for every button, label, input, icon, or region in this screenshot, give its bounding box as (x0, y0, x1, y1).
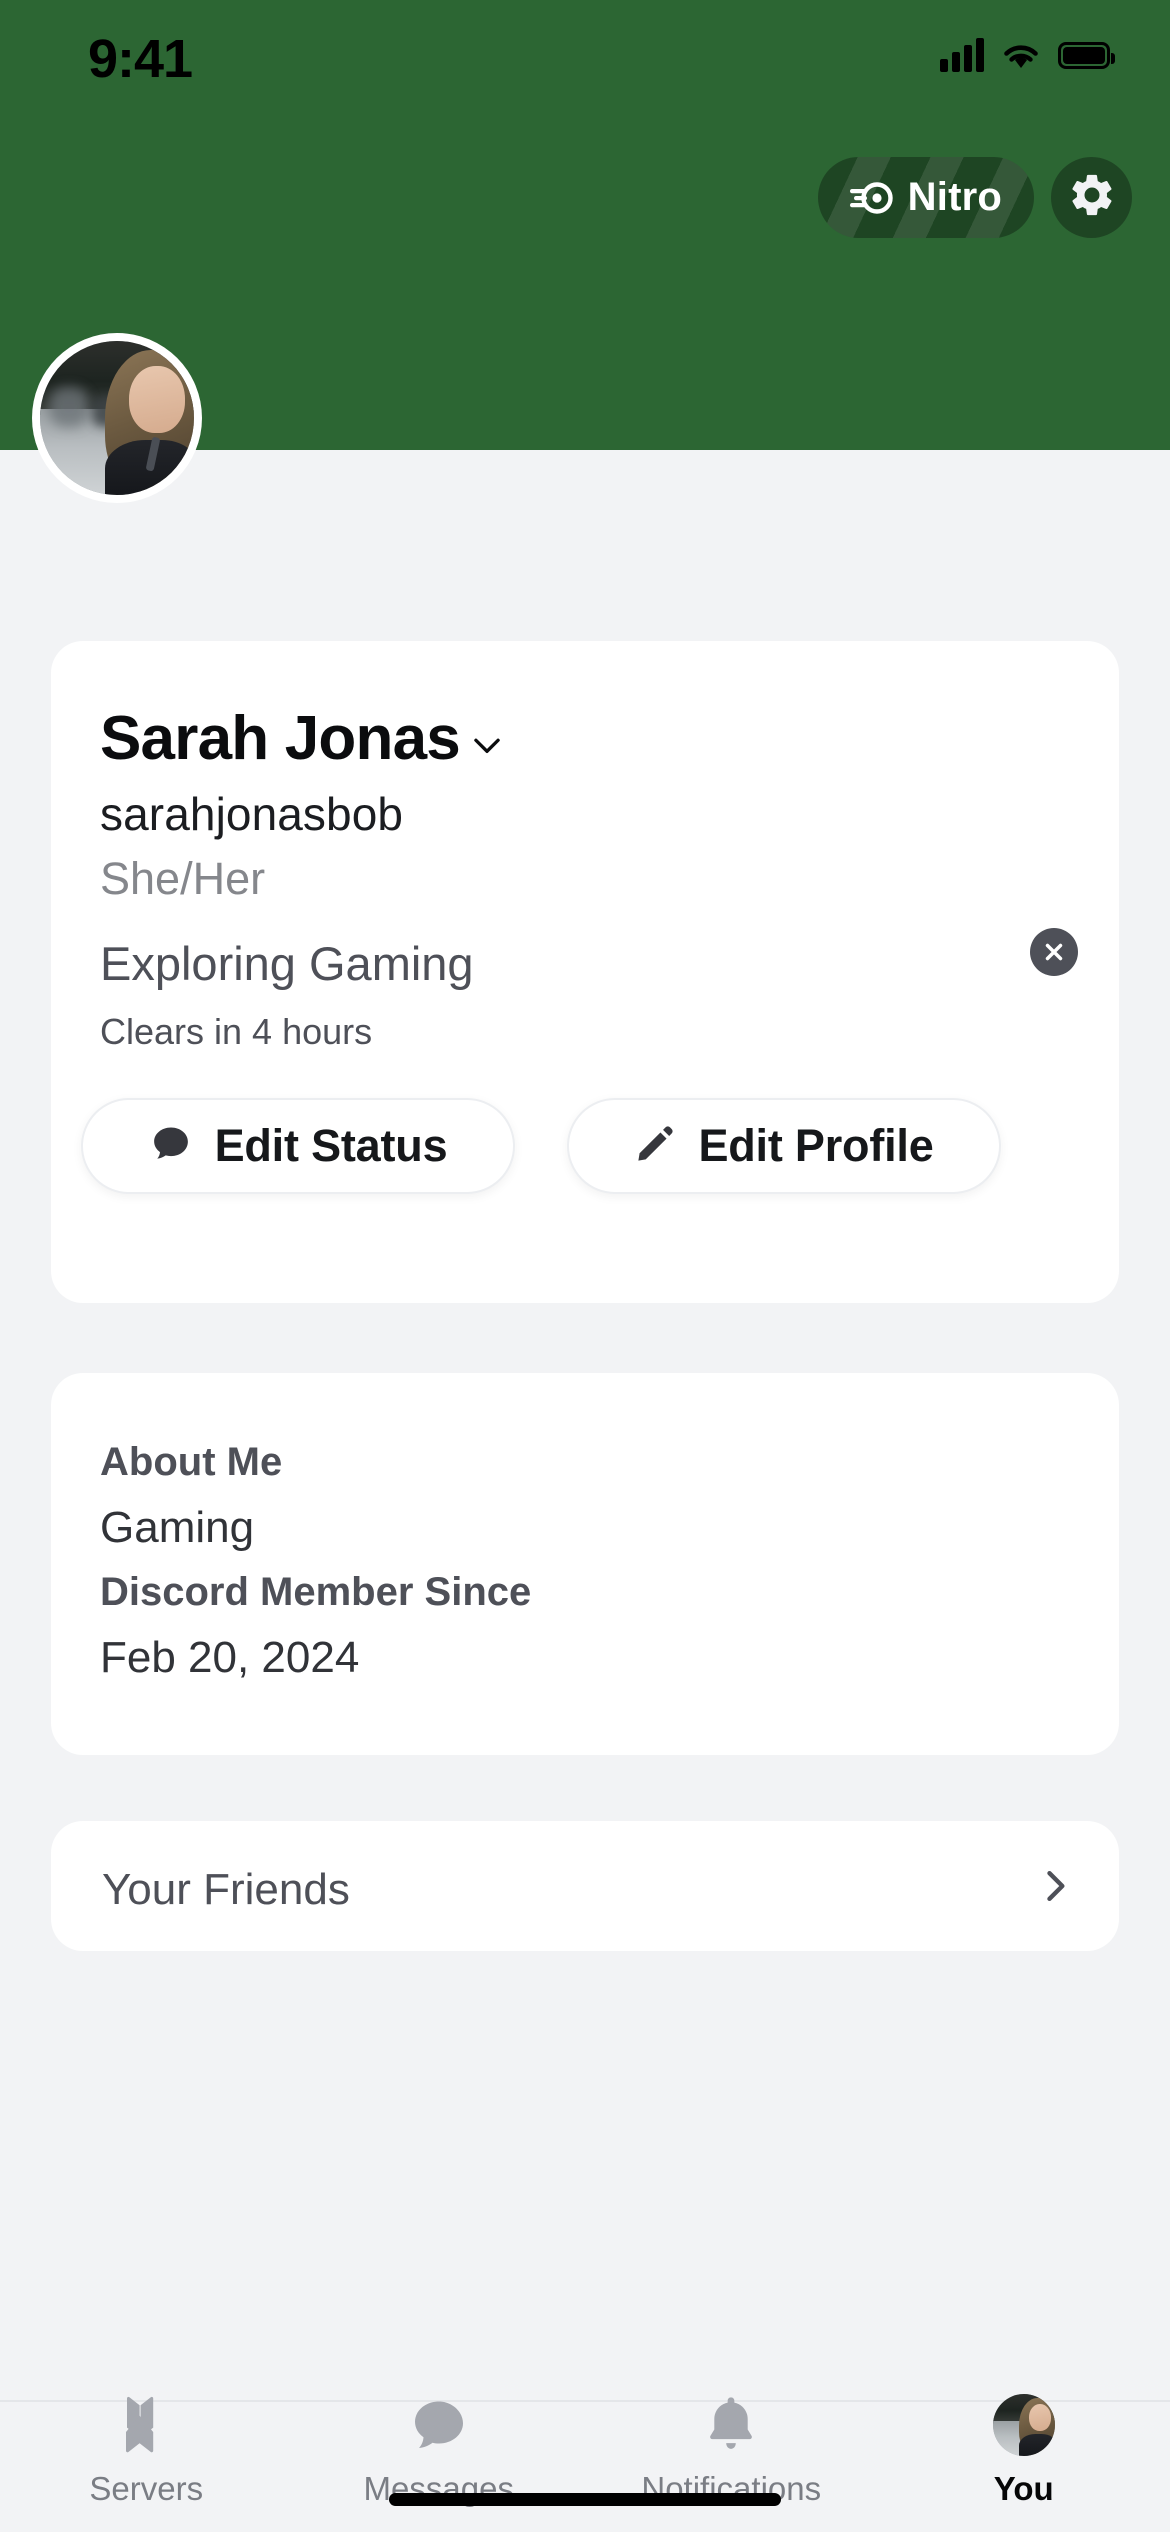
gear-icon (1067, 170, 1117, 225)
tab-you-label: You (993, 2470, 1054, 2507)
chevron-right-icon[interactable] (1033, 1861, 1077, 1911)
edit-status-label: Edit Status (214, 1120, 448, 1171)
user-avatar-icon (992, 2394, 1055, 2456)
profile-card: Sarah Jonas sarahjonasbob She/Her Explor… (51, 641, 1119, 1303)
tab-servers[interactable]: Servers (0, 2372, 293, 2532)
home-indicator (389, 2493, 781, 2506)
status-expiry: Clears in 4 hours (100, 1011, 373, 1052)
pronouns: She/Her (100, 853, 266, 904)
edit-status-button[interactable]: Edit Status (81, 1098, 515, 1194)
member-since-title: Discord Member Since (100, 1570, 532, 1614)
settings-button[interactable] (1051, 157, 1132, 238)
close-circle-icon[interactable] (1030, 928, 1078, 976)
status-bar-time: 9:41 (88, 29, 193, 89)
nitro-button[interactable]: Nitro (817, 157, 1034, 238)
about-me-value: Gaming (100, 1503, 255, 1552)
app-screen: 9:41 Nitro Sarah Jonas sarahjonasbob She… (0, 0, 1170, 2532)
tab-messages[interactable]: Messages (293, 2372, 586, 2532)
display-name: Sarah Jonas (100, 704, 461, 773)
custom-status: Exploring Gaming (100, 937, 474, 990)
bell-icon (702, 2394, 760, 2456)
your-friends-row[interactable]: Your Friends (51, 1821, 1119, 1951)
tab-bar: Servers Messages Notifications You (0, 2372, 1170, 2532)
avatar[interactable] (32, 333, 202, 503)
status-bar: 9:41 (0, 0, 1170, 120)
pencil-icon (634, 1123, 676, 1170)
profile-action-buttons: Edit Status Edit Profile (81, 1098, 1001, 1194)
edit-profile-label: Edit Profile (698, 1120, 934, 1171)
nitro-wheel-icon (848, 178, 894, 218)
header-actions: Nitro (817, 157, 1132, 238)
servers-icon (114, 2394, 178, 2456)
about-card: About Me Gaming Discord Member Since Feb… (51, 1373, 1119, 1755)
username: sarahjonasbob (100, 788, 404, 840)
tab-servers-label: Servers (89, 2470, 204, 2507)
chevron-down-icon[interactable] (468, 726, 506, 764)
avatar-image (40, 341, 194, 495)
your-friends-label: Your Friends (102, 1865, 350, 1914)
display-name-row[interactable]: Sarah Jonas (100, 703, 506, 774)
member-since-value: Feb 20, 2024 (100, 1633, 360, 1682)
wifi-icon (1001, 40, 1041, 70)
signal-bars-icon (940, 38, 984, 72)
speech-bubble-icon (149, 1122, 193, 1171)
speech-bubble-icon (408, 2394, 470, 2456)
status-bar-indicators (940, 38, 1115, 72)
tab-avatar-image (992, 2394, 1055, 2456)
battery-icon (1058, 41, 1115, 69)
nitro-button-label: Nitro (907, 175, 1002, 219)
about-me-title: About Me (100, 1440, 283, 1484)
tab-notifications[interactable]: Notifications (585, 2372, 878, 2532)
edit-profile-button[interactable]: Edit Profile (567, 1098, 1001, 1194)
tab-you[interactable]: You (878, 2372, 1170, 2532)
